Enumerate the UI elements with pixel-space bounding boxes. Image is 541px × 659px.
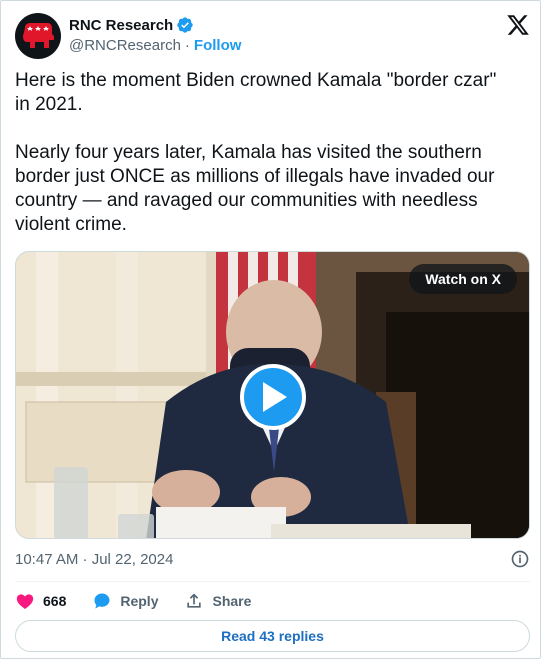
author-handle[interactable]: @RNCResearch — [69, 37, 181, 54]
tweet-timestamp[interactable]: 10:47 AM · Jul 22, 2024 — [15, 551, 173, 568]
info-icon[interactable] — [510, 549, 530, 569]
reply-button[interactable]: Reply — [92, 591, 158, 611]
action-bar: 668 Reply Share — [15, 591, 277, 611]
reply-label: Reply — [120, 593, 159, 609]
tweet-card: RNC Research @RNCResearch · Follow Here … — [0, 0, 541, 659]
play-button[interactable] — [240, 364, 306, 430]
divider — [15, 581, 530, 582]
verified-badge-icon — [177, 17, 193, 33]
like-button[interactable]: 668 — [15, 591, 66, 611]
reply-bubble-icon — [94, 593, 110, 609]
play-icon — [263, 382, 287, 412]
author-handle-row: @RNCResearch · Follow — [69, 37, 241, 54]
separator-dot: · — [184, 37, 190, 54]
avatar[interactable] — [15, 13, 61, 59]
tweet-text: Here is the moment Biden crowned Kamala … — [15, 70, 497, 235]
watch-on-x-button[interactable]: Watch on X — [409, 264, 517, 294]
share-button[interactable]: Share — [184, 591, 251, 611]
video-player[interactable]: Watch on X — [15, 251, 530, 539]
author-name[interactable]: RNC Research — [69, 17, 173, 34]
share-label: Share — [212, 593, 252, 609]
author-name-row: RNC Research — [69, 16, 194, 34]
follow-button[interactable]: Follow — [194, 37, 242, 54]
x-logo-icon[interactable] — [506, 13, 530, 37]
like-count: 668 — [43, 593, 67, 609]
heart-icon — [16, 594, 34, 609]
read-replies-button[interactable]: Read 43 replies — [15, 620, 530, 652]
tweet-header: RNC Research @RNCResearch · Follow — [15, 13, 530, 59]
elephant-logo-icon — [23, 23, 54, 48]
share-icon — [187, 593, 202, 608]
